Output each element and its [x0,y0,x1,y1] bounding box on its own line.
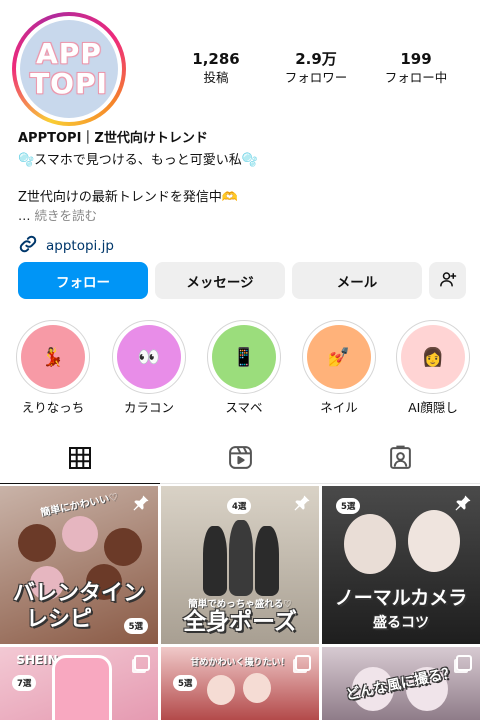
stat-posts[interactable]: 1,286 投稿 [166,50,266,87]
highlight-item[interactable]: 💃 えりなっち [8,320,98,416]
post-thumbnail[interactable]: SHEIN 7選 [0,647,158,720]
post-thumbnail[interactable]: 簡単にかわいい♡ バレンタイン レシピ 5選 [0,486,158,644]
post-thumbnail[interactable]: 甘めかわいく撮りたい！ 5選 [161,647,319,720]
post-title: ノーマルカメラ [334,587,468,609]
highlight-cover: 👀 [117,325,181,389]
profile-stats: 1,286 投稿 2.9万 フォロワー 199 フォロー中 [166,50,466,87]
profile-tabs [0,436,480,484]
story-highlights: 💃 えりなっち 👀 カラコン 📱 スマベ 💅 ネイル 👩 AI顔隠し [0,320,480,420]
message-button[interactable]: メッセージ [155,262,285,299]
post-badge: 7選 [12,675,37,691]
follow-button[interactable]: フォロー [18,262,148,299]
stat-following[interactable]: 199 フォロー中 [366,50,466,87]
stat-following-value: 199 [400,50,432,68]
post-top-text: 簡単でめっちゃ盛れる♡ [188,599,292,610]
stat-followers-value: 2.9万 [295,50,337,68]
highlight-cover: 💅 [307,325,371,389]
add-user-icon [439,270,457,291]
carousel-icon [134,655,150,671]
bio-line-1: 🫧スマホで見つける、もっと可愛い私🫧 [18,153,258,168]
post-subtitle: 盛るコツ [373,615,429,631]
highlight-label: AI顔隠し [408,400,458,415]
profile-actions: フォロー メッセージ メール [18,262,466,299]
post-badge: 5選 [173,675,198,691]
profile-link[interactable]: apptopi.jp [18,234,468,258]
grid-icon [68,446,92,474]
stat-followers[interactable]: 2.9万 フォロワー [266,50,366,87]
post-badge: 5選 [123,618,148,634]
highlight-label: スマベ [225,400,263,415]
stat-posts-label: 投稿 [203,70,229,85]
stat-posts-value: 1,286 [192,50,240,68]
mail-button[interactable]: メール [292,262,422,299]
profile-name: APPTOPI｜Z世代向けトレンド [18,131,208,146]
post-badge: 4選 [227,498,252,514]
stat-following-label: フォロー中 [384,70,448,85]
pin-icon [132,494,150,516]
pin-icon [293,494,311,516]
bio-more-link[interactable]: 続きを読む [34,208,97,223]
stat-followers-label: フォロワー [284,70,348,85]
post-thumbnail[interactable]: どんな風に撮る？ [322,647,480,720]
profile-avatar[interactable]: APP TOPI [12,12,126,126]
highlight-item[interactable]: 📱 スマベ [199,320,289,416]
highlight-label: えりなっち [21,400,85,415]
highlight-label: カラコン [123,400,174,415]
highlight-label: ネイル [320,400,358,415]
post-badge: 5選 [336,498,361,514]
tab-tagged[interactable] [320,436,480,484]
profile-bio: APPTOPI｜Z世代向けトレンド 🫧スマホで見つける、もっと可愛い私🫧 Z世代… [18,130,468,258]
pin-icon [454,494,472,516]
link-icon [18,234,38,258]
tab-reels[interactable] [160,436,320,484]
highlight-cover: 💃 [21,325,85,389]
bio-ellipsis: … [18,208,31,223]
avatar-text-line2: TOPI [30,67,108,100]
carousel-icon [456,655,472,671]
highlight-item[interactable]: 👀 カラコン [104,320,194,416]
post-thumbnail[interactable]: 5選 ノーマルカメラ 盛るコツ [322,486,480,644]
reels-icon [228,445,253,474]
post-title: バレンタイン [12,581,145,606]
avatar-logo: APP TOPI [20,20,118,118]
suggest-users-button[interactable] [429,262,466,299]
highlight-cover: 👩 [401,325,465,389]
post-thumbnail[interactable]: 4選 簡単でめっちゃ盛れる♡ 全身ポーズ [161,486,319,644]
highlight-item[interactable]: 👩 AI顔隠し [388,320,478,416]
tab-posts-grid[interactable] [0,436,160,484]
tagged-icon [388,445,413,474]
carousel-icon [295,655,311,671]
link-text: apptopi.jp [46,238,114,254]
post-title: 全身ポーズ [183,609,297,635]
highlight-item[interactable]: 💅 ネイル [294,320,384,416]
highlight-cover: 📱 [212,325,276,389]
avatar-text-line1: APP [36,37,102,70]
bio-more-row[interactable]: … 続きを読む [18,207,468,225]
bio-line-2: Z世代向けの最新トレンドを発信中🫶 [18,190,239,205]
